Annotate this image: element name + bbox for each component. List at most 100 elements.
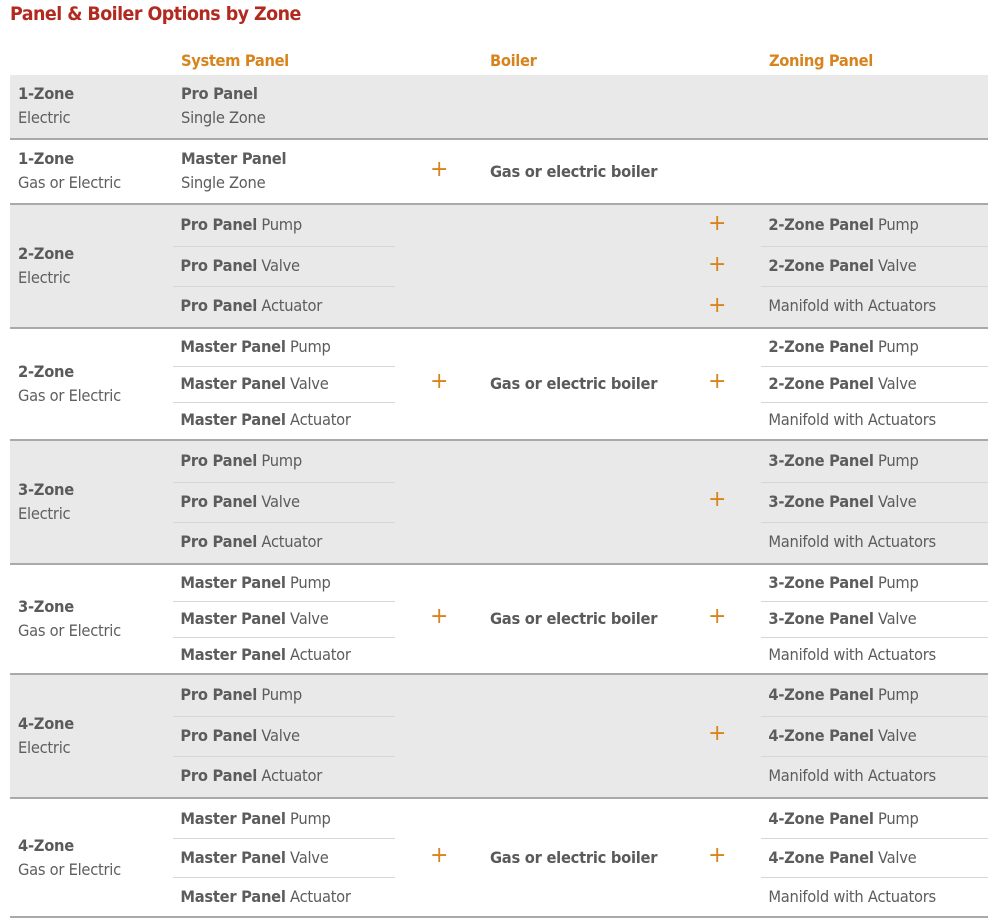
item-bold-text: Pro Panel bbox=[180, 725, 258, 745]
zone-count: 3-Zone bbox=[18, 480, 74, 499]
item-bold-text: Pro Panel bbox=[180, 491, 258, 511]
system-panel: Pro Panel Pump Pro Panel Valve Pro Panel A… bbox=[173, 441, 395, 563]
system-panel: Master Panel Pump Master Panel Valve Maste… bbox=[173, 329, 395, 439]
item-text: Pro Panel Pump bbox=[173, 441, 302, 482]
zone-count: 4-Zone bbox=[18, 835, 74, 855]
item-rest-text: Valve bbox=[873, 848, 917, 867]
zone-label: 3-Zone Electric bbox=[18, 478, 74, 526]
system-panel: Pro Panel Pump Pro Panel Valve Pro Panel A… bbox=[173, 675, 395, 797]
item-rest-text: Manifold with Actuators bbox=[768, 887, 936, 906]
system-panel-item: Master Panel Valve bbox=[173, 601, 395, 637]
system-panel-item: Master Panel Actuator bbox=[173, 402, 395, 439]
table-row: 1-Zone Electric Pro Panel Single Zone bbox=[10, 75, 988, 140]
item-bold-text: Pro Panel bbox=[180, 255, 258, 275]
item-text: 4-Zone Panel Valve bbox=[761, 716, 916, 757]
item-text: Manifold with Actuators bbox=[761, 286, 936, 327]
item-bold-text: Master Panel bbox=[180, 573, 286, 592]
zoning-panel-item: 2-Zone Panel Valve bbox=[761, 246, 988, 287]
item-rest-text: Valve bbox=[873, 609, 917, 628]
item-rest-text: Actuator bbox=[285, 887, 351, 906]
item-rest-text: Manifold with Actuators bbox=[768, 296, 936, 316]
item-text: Pro Panel Valve bbox=[173, 246, 300, 287]
system-panel-item: Pro Panel Pump bbox=[173, 205, 395, 246]
item-bold-text: Pro Panel bbox=[180, 685, 258, 704]
table-row: 1-Zone Gas or Electric Master Panel Single … bbox=[10, 140, 988, 205]
item-bold-text: Master Panel bbox=[180, 373, 286, 393]
table-row: 4-Zone Electric Pro Panel Pump Pro Panel Va… bbox=[10, 675, 988, 799]
system-panel: Master Panel Single Zone bbox=[181, 147, 287, 195]
table-row: 4-Zone Gas or Electric Master Panel Pump Ma… bbox=[10, 799, 988, 918]
item-bold-text: 4-Zone Panel bbox=[768, 848, 874, 867]
zoning-panel: 4-Zone Panel Pump 4-Zone Panel Valve Manif… bbox=[761, 675, 988, 797]
zone-label: 1-Zone Electric bbox=[18, 82, 74, 130]
zoning-panel-item: 2-Zone Panel Pump bbox=[761, 205, 988, 246]
system-panel-item: Pro Panel Actuator bbox=[173, 522, 395, 563]
item-rest-text: Pump bbox=[873, 337, 919, 356]
item-text: Pro Panel Valve bbox=[173, 482, 300, 523]
plus-icon: + bbox=[708, 369, 727, 394]
item-text: Pro Panel Actuator bbox=[173, 756, 322, 797]
page-title: Panel & Boiler Options by Zone bbox=[10, 3, 301, 25]
header-zoning-panel: Zoning Panel bbox=[769, 51, 873, 70]
boiler-option: Gas or electric boiler bbox=[490, 847, 658, 867]
item-rest-text: Valve bbox=[873, 373, 917, 393]
item-rest-text: Valve bbox=[873, 255, 917, 275]
system-panel-item: Pro Panel Valve bbox=[173, 716, 395, 757]
boiler-option: Gas or electric boiler bbox=[490, 609, 658, 628]
item-bold-text: Pro Panel bbox=[180, 451, 258, 470]
system-panel: Master Panel Pump Master Panel Valve Maste… bbox=[173, 565, 395, 673]
system-panel-item: Master Panel Actuator bbox=[173, 637, 395, 673]
plus-icon: + bbox=[430, 604, 449, 629]
zone-type: Electric bbox=[18, 738, 71, 757]
item-bold-text: 3-Zone Panel bbox=[768, 491, 874, 511]
header-system-panel: System Panel bbox=[181, 51, 289, 70]
system-panel-item: Pro Panel Pump bbox=[173, 675, 395, 716]
zone-count: 2-Zone bbox=[18, 244, 74, 263]
item-text: Master Panel Valve bbox=[173, 838, 328, 877]
item-bold-text: Pro Panel bbox=[180, 532, 258, 552]
system-panel-item: Pro Panel Pump bbox=[173, 441, 395, 482]
system-panel-item: Master Panel Pump bbox=[173, 799, 395, 838]
item-bold-text: 2-Zone Panel bbox=[768, 215, 874, 234]
zone-count: 3-Zone bbox=[18, 597, 74, 616]
item-rest-text: Pump bbox=[257, 685, 302, 704]
item-text: Pro Panel Valve bbox=[173, 716, 300, 757]
system-panel-item: Pro Panel Valve bbox=[173, 246, 395, 287]
item-rest-text: Valve bbox=[257, 255, 300, 275]
item-rest-text: Actuator bbox=[257, 532, 323, 552]
system-panel: Pro Panel Pump Pro Panel Valve Pro Panel A… bbox=[173, 205, 395, 327]
zoning-panel-item: Manifold with Actuators bbox=[761, 877, 988, 916]
zone-count: 2-Zone bbox=[18, 362, 74, 381]
item-text: Master Panel Actuator bbox=[173, 637, 351, 673]
zone-label: 2-Zone Gas or Electric bbox=[18, 360, 121, 408]
zoning-panel-item: 3-Zone Panel Pump bbox=[761, 441, 988, 482]
plus-icon: + bbox=[708, 252, 727, 277]
system-panel-name: Master Panel bbox=[181, 148, 287, 168]
zone-type: Electric bbox=[18, 268, 71, 287]
zoning-panel-item: 4-Zone Panel Valve bbox=[761, 838, 988, 877]
item-text: 3-Zone Panel Valve bbox=[761, 601, 916, 637]
item-bold-text: 3-Zone Panel bbox=[768, 451, 874, 470]
item-rest-text: Actuator bbox=[285, 645, 351, 664]
item-rest-text: Pump bbox=[285, 809, 331, 828]
zone-options-table: 1-Zone Electric Pro Panel Single Zone 1-Zone… bbox=[10, 75, 988, 918]
system-panel-item: Master Panel Valve bbox=[173, 366, 395, 403]
item-text: Master Panel Pump bbox=[173, 329, 330, 366]
item-text: Pro Panel Pump bbox=[173, 205, 302, 246]
item-rest-text: Valve bbox=[285, 609, 329, 628]
zoning-panel-item: Manifold with Actuators bbox=[761, 522, 988, 563]
item-bold-text: 3-Zone Panel bbox=[768, 573, 874, 592]
system-panel-name: Pro Panel bbox=[181, 83, 258, 103]
zoning-panel-item: Manifold with Actuators bbox=[761, 286, 988, 327]
system-panel-item: Pro Panel Actuator bbox=[173, 756, 395, 797]
system-panel-item: Master Panel Pump bbox=[173, 565, 395, 601]
item-text: Master Panel Valve bbox=[173, 601, 328, 637]
zone-label: 1-Zone Gas or Electric bbox=[18, 147, 121, 195]
item-text: Manifold with Actuators bbox=[761, 877, 936, 916]
zone-label: 4-Zone Electric bbox=[18, 712, 74, 760]
item-rest-text: Manifold with Actuators bbox=[768, 645, 936, 664]
system-panel-item: Pro Panel Valve bbox=[173, 482, 395, 523]
item-rest-text: Manifold with Actuators bbox=[768, 766, 936, 786]
item-bold-text: Master Panel bbox=[180, 645, 286, 664]
item-bold-text: 2-Zone Panel bbox=[768, 255, 874, 275]
